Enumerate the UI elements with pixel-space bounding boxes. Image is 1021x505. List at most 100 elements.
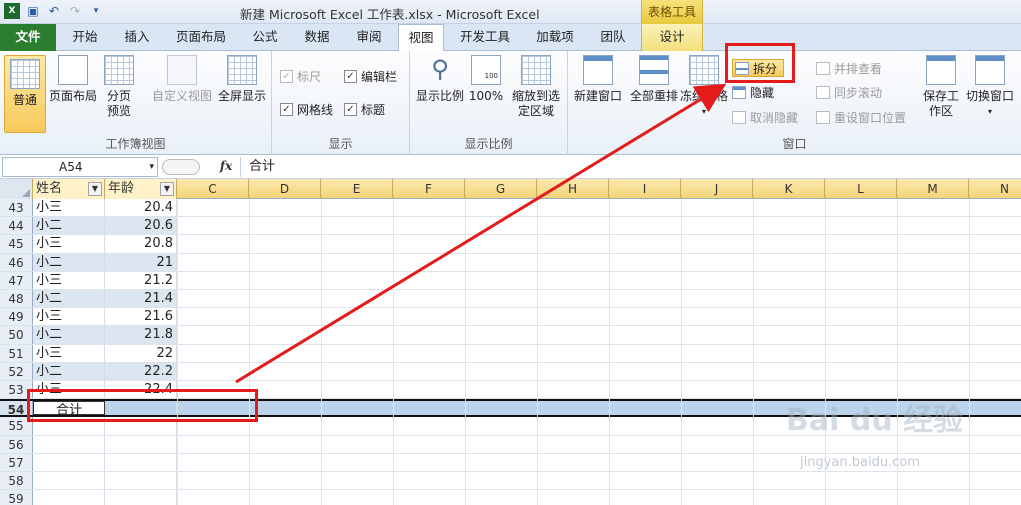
tab-view[interactable]: 视图: [398, 24, 444, 52]
formula-input[interactable]: 合计: [240, 157, 1019, 177]
save-icon[interactable]: ▣: [25, 3, 41, 19]
zoom-to-selection-button[interactable]: 缩放到选定区域: [508, 55, 564, 119]
row-header[interactable]: 50: [0, 326, 33, 344]
headings-label: 标题: [361, 102, 386, 117]
redo-icon[interactable]: ↷: [67, 3, 83, 19]
freeze-panes-button[interactable]: 冻结窗格 ▾: [680, 55, 728, 119]
switch-windows-button[interactable]: 切换窗口 ▾: [962, 55, 1018, 119]
cell-name[interactable]: 小三: [33, 271, 105, 289]
column-header-c[interactable]: C: [177, 179, 249, 199]
tab-team[interactable]: 团队: [590, 24, 636, 51]
cell-age[interactable]: 20.8: [105, 235, 177, 253]
row-header[interactable]: 45: [0, 235, 33, 253]
column-header-f[interactable]: F: [393, 179, 465, 199]
cell-name[interactable]: 小三: [33, 199, 105, 217]
column-header-b[interactable]: 年龄 ▼: [105, 179, 177, 199]
headings-checkbox[interactable]: ✓ 标题: [344, 100, 385, 118]
column-header-j[interactable]: J: [681, 179, 753, 199]
cell-name[interactable]: [33, 435, 105, 453]
zoom-100-button[interactable]: 100 100%: [468, 55, 504, 104]
hide-button[interactable]: 隐藏: [732, 83, 774, 101]
cell-name[interactable]: 小二: [33, 362, 105, 380]
cell-age[interactable]: 20.4: [105, 199, 177, 217]
cell-name[interactable]: [33, 490, 105, 505]
arrange-all-button[interactable]: 全部重排: [626, 55, 682, 104]
new-window-button[interactable]: 新建窗口: [570, 55, 626, 104]
undo-icon[interactable]: ↶: [46, 3, 62, 19]
cell-name[interactable]: 小三: [33, 308, 105, 326]
select-all-corner[interactable]: [0, 179, 33, 199]
row-header[interactable]: 48: [0, 290, 33, 308]
save-workspace-button[interactable]: 保存工作区: [918, 55, 964, 119]
column-header-e[interactable]: E: [321, 179, 393, 199]
cell-age[interactable]: 21.6: [105, 308, 177, 326]
column-header-n[interactable]: N: [969, 179, 1021, 199]
tab-review[interactable]: 审阅: [346, 24, 392, 51]
column-header-h[interactable]: H: [537, 179, 609, 199]
row-header[interactable]: 44: [0, 217, 33, 235]
row-header[interactable]: 51: [0, 344, 33, 362]
cell-name[interactable]: 小二: [33, 326, 105, 344]
chevron-down-icon[interactable]: ▾: [149, 158, 154, 176]
name-box[interactable]: A54 ▾: [2, 157, 158, 177]
cell-age[interactable]: [105, 472, 177, 490]
insert-function-icon[interactable]: fx: [216, 157, 236, 177]
column-header-d[interactable]: D: [249, 179, 321, 199]
row-header[interactable]: 43: [0, 199, 33, 217]
name-box-value: A54: [59, 160, 83, 174]
row-header[interactable]: 58: [0, 472, 33, 490]
tab-home[interactable]: 开始: [62, 24, 108, 51]
formula-bar-checkbox[interactable]: ✓ 编辑栏: [344, 67, 397, 85]
cell-age[interactable]: [105, 453, 177, 471]
tab-formulas[interactable]: 公式: [242, 24, 288, 51]
column-header-g[interactable]: G: [465, 179, 537, 199]
zoom-button[interactable]: ⚲ 显示比例: [414, 55, 466, 104]
page-break-preview-button[interactable]: 分页预览: [100, 55, 138, 119]
row-header[interactable]: 49: [0, 308, 33, 326]
formula-bar-resize-icon[interactable]: [162, 159, 200, 175]
cell-age[interactable]: [105, 490, 177, 505]
cell-name[interactable]: 小三: [33, 344, 105, 362]
tab-file[interactable]: 文件: [0, 24, 56, 51]
cell-age[interactable]: 22: [105, 344, 177, 362]
column-header-l[interactable]: L: [825, 179, 897, 199]
row-header[interactable]: 52: [0, 362, 33, 380]
column-header-a[interactable]: 姓名 ▼: [33, 179, 105, 199]
column-header-i[interactable]: I: [609, 179, 681, 199]
row-header[interactable]: 56: [0, 435, 33, 453]
tab-data[interactable]: 数据: [294, 24, 340, 51]
cell-name[interactable]: 小二: [33, 290, 105, 308]
normal-view-button[interactable]: 普通: [4, 55, 46, 133]
cell-age[interactable]: 21.4: [105, 290, 177, 308]
row-header[interactable]: 59: [0, 490, 33, 505]
filter-dropdown-icon[interactable]: ▼: [160, 182, 174, 196]
cell-age[interactable]: 21: [105, 253, 177, 271]
row-header[interactable]: 57: [0, 453, 33, 471]
page-layout-view-button[interactable]: 页面布局: [48, 55, 98, 104]
column-header-m[interactable]: M: [897, 179, 969, 199]
tab-page-layout[interactable]: 页面布局: [166, 24, 236, 51]
gridline: [177, 199, 178, 505]
tab-developer[interactable]: 开发工具: [450, 24, 520, 51]
customize-qat-icon[interactable]: ▾: [88, 3, 104, 19]
cell-name[interactable]: 小三: [33, 235, 105, 253]
tab-add-ins[interactable]: 加载项: [526, 24, 584, 51]
full-screen-button[interactable]: 全屏显示: [216, 55, 268, 104]
cell-age[interactable]: 20.6: [105, 217, 177, 235]
gridlines-checkbox[interactable]: ✓ 网格线: [280, 100, 333, 118]
cell-name[interactable]: 小二: [33, 217, 105, 235]
tab-insert[interactable]: 插入: [114, 24, 160, 51]
cell-age[interactable]: [105, 435, 177, 453]
row-header[interactable]: 47: [0, 271, 33, 289]
tab-design[interactable]: 设计: [641, 24, 703, 51]
column-header-k[interactable]: K: [753, 179, 825, 199]
filter-dropdown-icon[interactable]: ▼: [88, 182, 102, 196]
row-header[interactable]: 46: [0, 253, 33, 271]
cell-name[interactable]: [33, 453, 105, 471]
cell-name[interactable]: 小二: [33, 253, 105, 271]
cell-age[interactable]: 21.8: [105, 326, 177, 344]
cell-age[interactable]: 22.2: [105, 362, 177, 380]
cell-age[interactable]: 21.2: [105, 271, 177, 289]
excel-icon[interactable]: X: [4, 3, 20, 19]
cell-name[interactable]: [33, 472, 105, 490]
